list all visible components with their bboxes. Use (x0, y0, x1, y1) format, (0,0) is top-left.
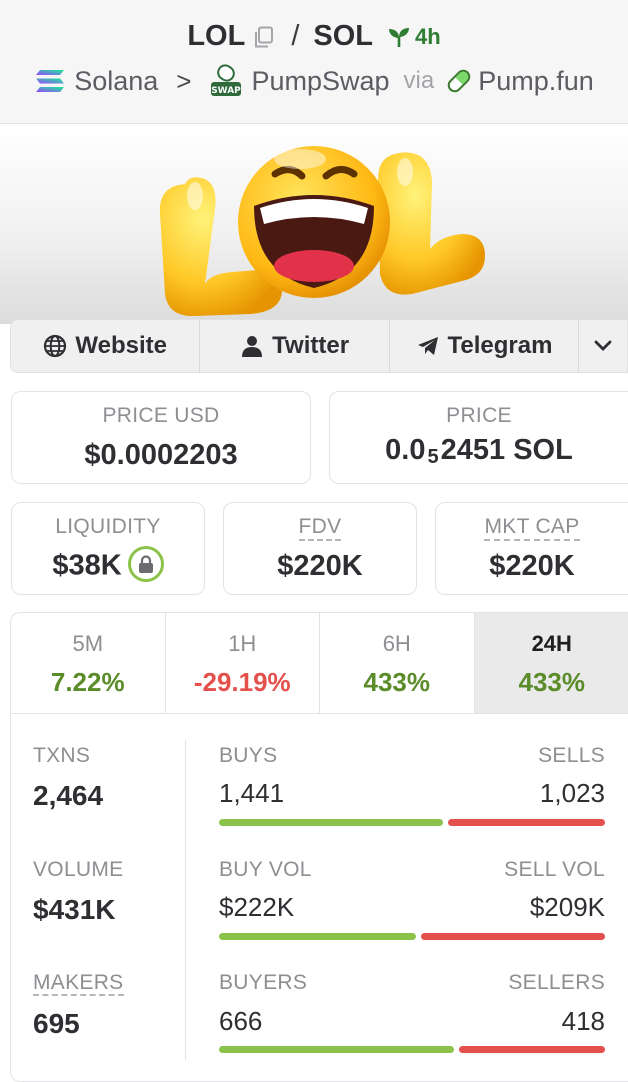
liquidity-card: LIQUIDITY $38K (11, 502, 205, 595)
pumpfun-pill-icon (447, 69, 471, 93)
txns-value: 2,464 (33, 780, 104, 811)
fdv-label: FDV (298, 515, 342, 541)
buy-vol-ratio-bar (219, 933, 416, 940)
sellers-label: SELLERS (508, 971, 605, 994)
price-usd-label: PRICE USD (102, 404, 220, 427)
dex-link[interactable]: PumpSwap (251, 66, 389, 97)
makers-label-wrap[interactable]: MAKERS (33, 971, 124, 996)
tab-1h[interactable]: 1H -29.19% (166, 613, 320, 713)
price-native-prefix: 0.0 (385, 434, 426, 466)
volume-value: $431K (33, 894, 116, 925)
chevron-right-icon: > (176, 65, 192, 96)
volume-label: VOLUME (33, 858, 124, 881)
copy-icon[interactable] (253, 25, 275, 49)
telegram-button[interactable]: Telegram (390, 320, 580, 372)
lock-icon[interactable] (127, 546, 164, 582)
paper-plane-icon (417, 337, 438, 355)
fdv-value: $220K (277, 550, 363, 582)
tab-6h-change: 433% (363, 667, 431, 697)
price-native-value: 0.0 52451 SOL (330, 434, 628, 469)
buy-vol-label: BUY VOL (219, 858, 312, 881)
txns-label: TXNS (33, 744, 91, 767)
timeframe-tabs: 5M 7.22% 1H -29.19% 6H 433% 24H 433% (11, 613, 628, 714)
market-cap-value: $220K (489, 550, 575, 582)
base-token-symbol: LOL (187, 20, 246, 52)
fdv-card: FDV $220K (223, 502, 417, 595)
price-usd-value: $0.0002203 (84, 439, 238, 471)
sellers-ratio-bar (458, 1046, 605, 1053)
pair-title: LOL / SOL 4h (0, 20, 628, 53)
lol-emoji-logo (159, 146, 485, 317)
liquidity-value-row: $38K (12, 546, 204, 585)
tab-24h[interactable]: 24H 433% (474, 613, 628, 713)
price-native-digits: 2451 SOL (440, 434, 573, 466)
stats-divider (185, 740, 186, 1060)
price-native-zero-count: 5 (427, 446, 439, 468)
liquidity-value: $38K (52, 549, 122, 582)
buyers-ratio-bar (219, 1046, 454, 1053)
tab-5m-label: 5M (72, 631, 104, 656)
pair-age: 4h (387, 24, 441, 50)
price-native-label: PRICE (446, 404, 512, 427)
sells-value: 1,023 (539, 778, 605, 808)
buys-ratio-bar (219, 819, 443, 826)
pumpswap-logo-icon: SWAP (211, 64, 242, 96)
more-links-button[interactable] (579, 320, 627, 372)
user-icon (242, 336, 263, 357)
pair-age-text: 4h (415, 23, 441, 49)
sells-label: SELLS (538, 744, 605, 767)
tab-5m[interactable]: 5M 7.22% (11, 613, 166, 713)
price-native-card: PRICE 0.0 52451 SOL (329, 391, 628, 484)
sell-vol-ratio-bar (420, 933, 605, 940)
via-label: via (403, 67, 435, 94)
buys-value: 1,441 (219, 778, 285, 808)
globe-icon (44, 334, 67, 358)
twitter-button[interactable]: Twitter (200, 320, 390, 372)
chain-link[interactable]: Solana (74, 66, 158, 97)
seedling-icon (389, 27, 409, 47)
sells-ratio-bar (447, 819, 605, 826)
buys-label: BUYS (219, 744, 278, 767)
twitter-label: Twitter (272, 332, 350, 359)
tab-1h-label: 1H (228, 631, 257, 656)
tab-24h-label: 24H (531, 631, 572, 656)
breadcrumb: Solana > SWAP PumpSwap via Pump.fun (0, 64, 628, 98)
liquidity-label: LIQUIDITY (55, 515, 161, 538)
chevron-down-icon (594, 340, 612, 351)
fdv-label-wrap[interactable]: FDV (224, 515, 416, 541)
website-button[interactable]: Website (11, 320, 201, 372)
pair-header: LOL / SOL 4h Solana > SWAP PumpSwap via … (0, 0, 628, 124)
website-label: Website (75, 332, 167, 359)
market-cap-label-wrap[interactable]: MKT CAP (436, 515, 628, 541)
token-banner-image (0, 124, 628, 324)
sell-vol-label: SELL VOL (504, 858, 605, 881)
svg-text:SWAP: SWAP (212, 86, 242, 96)
sellers-value: 418 (561, 1006, 605, 1036)
tab-24h-change: 433% (518, 667, 586, 697)
social-links-bar: Website Twitter Telegram (10, 319, 628, 373)
tab-6h[interactable]: 6H 433% (320, 613, 475, 713)
makers-label: MAKERS (33, 971, 124, 996)
price-usd-card: PRICE USD $0.0002203 (11, 391, 311, 484)
quote-token-symbol: SOL (313, 20, 373, 52)
tab-5m-change: 7.22% (50, 667, 125, 697)
pair-separator: / (291, 20, 300, 52)
tab-1h-change: -29.19% (193, 667, 291, 697)
trade-stats: TXNS 2,464 BUYS SELLS 1,441 1,023 VOLUME… (11, 714, 628, 1081)
tab-6h-label: 6H (382, 631, 411, 656)
buy-vol-value: $222K (219, 892, 295, 922)
solana-logo-icon (36, 70, 65, 92)
makers-value: 695 (33, 1008, 80, 1039)
market-cap-label: MKT CAP (484, 515, 580, 541)
stats-panel: 5M 7.22% 1H -29.19% 6H 433% 24H 433% TXN… (10, 612, 628, 1082)
launchpad-link[interactable]: Pump.fun (478, 66, 594, 97)
buyers-label: BUYERS (219, 971, 308, 994)
sell-vol-value: $209K (529, 892, 605, 922)
telegram-label: Telegram (447, 332, 553, 359)
market-cap-card: MKT CAP $220K (435, 502, 628, 595)
buyers-value: 666 (219, 1006, 263, 1036)
